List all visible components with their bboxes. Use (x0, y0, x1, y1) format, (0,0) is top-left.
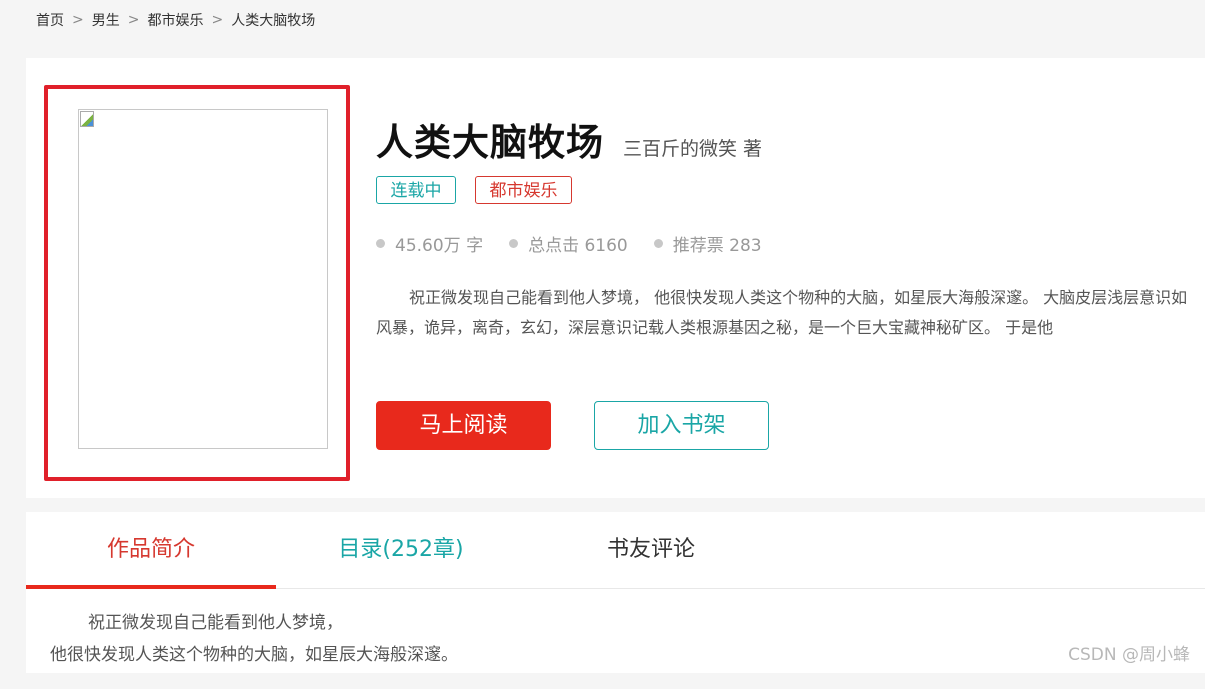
add-to-shelf-button[interactable]: 加入书架 (594, 401, 769, 450)
tab-intro[interactable]: 作品简介 (26, 512, 276, 589)
vote-count-stat: 推荐票 283 (653, 231, 762, 256)
tab-content-intro: 祝正微发现自己能看到他人梦境， 他很快发现人类这个物种的大脑，如星辰大海般深邃。 (26, 589, 1205, 689)
breadcrumb-separator: > (211, 12, 224, 28)
book-intro: 祝正微发现自己能看到他人梦境， 他很快发现人类这个物种的大脑，如星辰大海般深邃。… (376, 288, 1188, 337)
status-badge: 连载中 (376, 176, 456, 204)
breadcrumb-separator: > (127, 12, 140, 28)
tab-bar: 作品简介 目录(252章) 书友评论 (26, 512, 1205, 589)
word-count-stat: 45.60万 字 (376, 231, 483, 256)
bullet-dot-icon (653, 239, 663, 248)
vote-count-text: 推荐票 283 (672, 236, 762, 256)
tab-table-of-contents[interactable]: 目录(252章) (276, 512, 526, 588)
read-now-button[interactable]: 马上阅读 (376, 401, 551, 450)
tab-comments[interactable]: 书友评论 (526, 512, 776, 588)
bullet-dot-icon (509, 239, 519, 248)
click-count-stat: 总点击 6160 (509, 231, 628, 256)
word-count-text: 45.60万 字 (395, 236, 484, 256)
breadcrumb-boys-link[interactable]: 男生 (92, 10, 120, 30)
breadcrumb-current-book[interactable]: 人类大脑牧场 (231, 10, 315, 30)
breadcrumb: 首页 > 男生 > 都市娱乐 > 人类大脑牧场 (36, 10, 315, 30)
book-tabs-section: 作品简介 目录(252章) 书友评论 祝正微发现自己能看到他人梦境， 他很快发现… (26, 512, 1205, 673)
intro-text-line: 祝正微发现自己能看到他人梦境， (88, 613, 343, 633)
book-author[interactable]: 三百斤的微笑 著 (623, 134, 762, 161)
watermark: CSDN @周小蜂 (1068, 645, 1190, 665)
broken-image-icon (80, 111, 94, 127)
book-title: 人类大脑牧场 (376, 121, 604, 164)
click-count-text: 总点击 6160 (528, 236, 628, 256)
book-cover-image[interactable] (78, 109, 328, 449)
bullet-dot-icon (376, 239, 385, 248)
breadcrumb-home-link[interactable]: 首页 (36, 10, 64, 30)
intro-text-line: 他很快发现人类这个物种的大脑，如星辰大海般深邃。 (50, 645, 458, 665)
cover-highlight-frame (44, 85, 350, 481)
book-stats: 45.60万 字 总点击 6160 推荐票 283 (376, 231, 762, 256)
breadcrumb-category-link[interactable]: 都市娱乐 (147, 10, 203, 30)
breadcrumb-separator: > (72, 12, 84, 28)
book-info-card: 人类大脑牧场 三百斤的微笑 著 连载中 都市娱乐 45.60万 字 总点击 61… (26, 58, 1205, 498)
genre-tag[interactable]: 都市娱乐 (475, 176, 572, 204)
